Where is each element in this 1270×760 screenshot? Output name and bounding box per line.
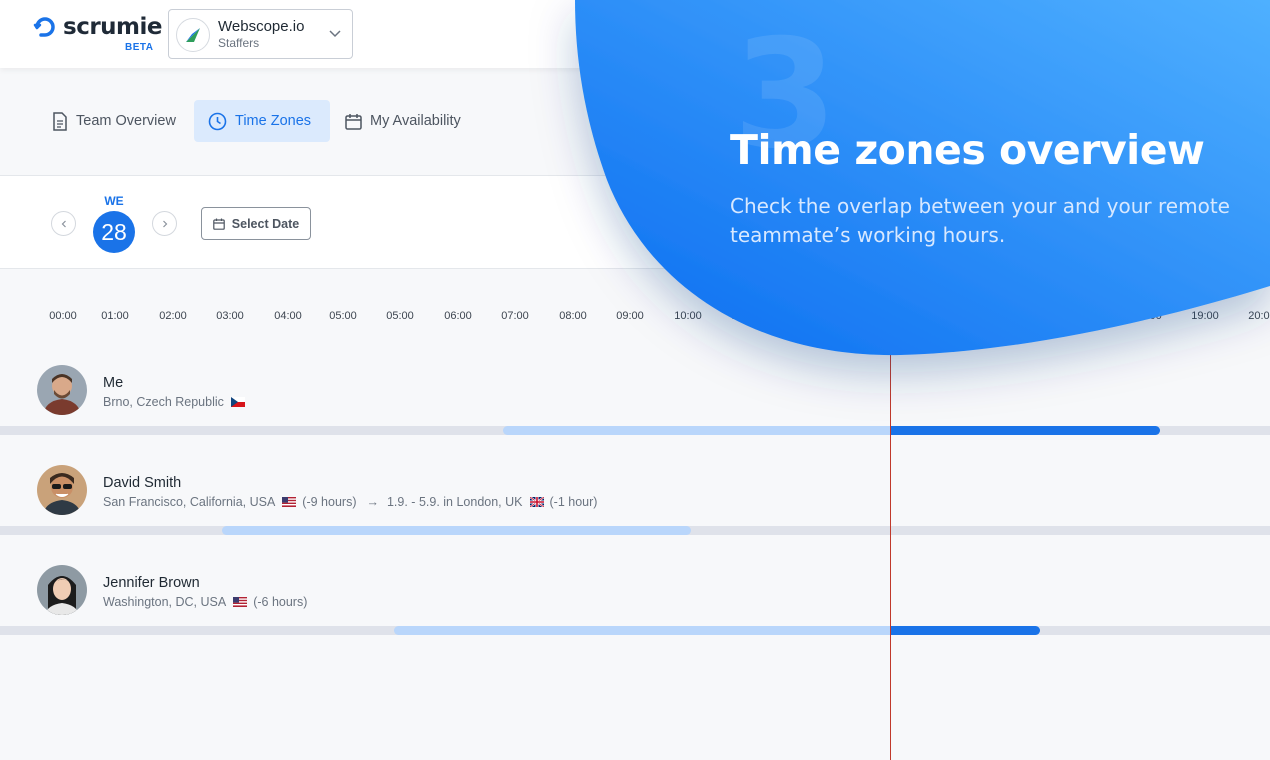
hour-label: 20:00 [1248,310,1270,322]
tab-time-zones[interactable]: Time Zones [194,100,330,142]
us-flag-icon [282,497,297,507]
person-row-david-smith[interactable]: David Smith San Francisco, California, U… [0,465,1270,565]
availability-track [0,426,1270,435]
hour-label: 04:00 [274,310,302,322]
location-text: Washington, DC, USA [103,595,227,609]
hour-label: 03:00 [216,310,244,322]
promo-description: Check the overlap between your and your … [730,194,1230,247]
us-flag-icon [233,597,248,607]
cz-flag-icon [230,397,245,407]
avatar [37,465,87,515]
select-date-button[interactable]: Select Date [201,207,311,240]
tab-label: Time Zones [235,113,312,129]
chevron-left-icon [61,220,66,227]
calendar-icon [212,218,225,230]
hour-label: 05:00 [386,310,414,322]
hour-label: 00:00 [49,310,77,322]
person-row-jennifer-brown[interactable]: Jennifer Brown Washington, DC, USA (-6 h… [0,565,1270,665]
document-icon [53,111,67,131]
travel-text: 1.9. - 5.9. in London, UK [386,495,523,509]
tab-label: Team Overview [76,113,176,129]
hour-label: 19:00 [1191,310,1219,322]
hour-label: 12:00 [789,310,817,322]
person-name: David Smith [103,475,182,491]
select-date-label: Select Date [231,216,300,231]
uk-flag-icon [529,497,544,507]
person-name: Jennifer Brown [103,575,200,591]
hour-label: 09:00 [616,310,644,322]
hour-label: 14:00 [904,310,932,322]
person-location: Brno, Czech Republic [103,395,251,409]
location-text: San Francisco, California, USA [103,495,276,509]
person-location: San Francisco, California, USA (-9 hours… [103,495,597,509]
arrow-right-icon: → [366,495,379,509]
avatar [37,565,87,615]
remaining-hours-bar [890,426,1160,435]
logo-text: scrumie [63,14,163,40]
weekday-label: WE [104,194,124,208]
hour-label: 18:00 [1134,310,1162,322]
chevron-down-icon [329,30,341,38]
availability-track [0,626,1270,635]
hour-label: 06:00 [444,310,472,322]
availability-track [0,526,1270,535]
logo-icon [33,17,55,37]
chevron-right-icon [162,220,167,227]
calendar-icon [345,113,362,130]
promo-title: Time zones overview [730,126,1205,174]
person-location: Washington, DC, USA (-6 hours) [103,595,307,609]
org-name: Webscope.io [218,18,305,35]
hour-label: 17:00 [1076,310,1104,322]
person-name: Me [103,375,124,391]
tab-team-overview[interactable]: Team Overview [38,100,190,142]
travel-offset: (-1 hour) [549,495,598,509]
timezone-offset: (-9 hours) [302,495,357,509]
hour-label: 13:00 [846,310,874,322]
hour-label: 11:00 [731,310,759,322]
hour-label: 02:00 [159,310,187,322]
hour-label: 16:00 [1019,310,1047,322]
avatar [37,365,87,415]
location-text: Brno, Czech Republic [103,395,224,409]
current-time-line [890,345,891,760]
current-day[interactable]: 28 [93,211,135,253]
organization-selector[interactable]: Webscope.io Staffers [168,9,353,59]
hour-ruler: 00:00 01:00 02:00 03:00 04:00 05:00 05:0… [0,310,1270,326]
timezone-offset: (-6 hours) [253,595,308,609]
working-hours-bar [222,526,691,535]
hour-label: 15:00 [961,310,989,322]
remaining-hours-bar [890,626,1040,635]
hour-label: 05:00 [329,310,357,322]
previous-day-button[interactable] [51,211,76,236]
app-header: scrumie BETA Webscope.io Staffers [0,0,1270,68]
hour-label: 08:00 [559,310,587,322]
scrumie-logo[interactable]: scrumie [33,14,163,40]
clock-icon [208,112,227,130]
tab-my-availability[interactable]: My Availability [331,100,475,142]
hour-label: 01:00 [101,310,129,322]
tab-label: My Availability [370,113,461,129]
org-subtitle: Staffers [218,36,260,50]
hour-label: 10:00 [674,310,702,322]
next-day-button[interactable] [152,211,177,236]
hour-label: 07:00 [501,310,529,322]
beta-badge: BETA [125,42,154,53]
org-logo-icon [176,18,210,52]
person-row-me[interactable]: Me Brno, Czech Republic [0,365,1270,465]
